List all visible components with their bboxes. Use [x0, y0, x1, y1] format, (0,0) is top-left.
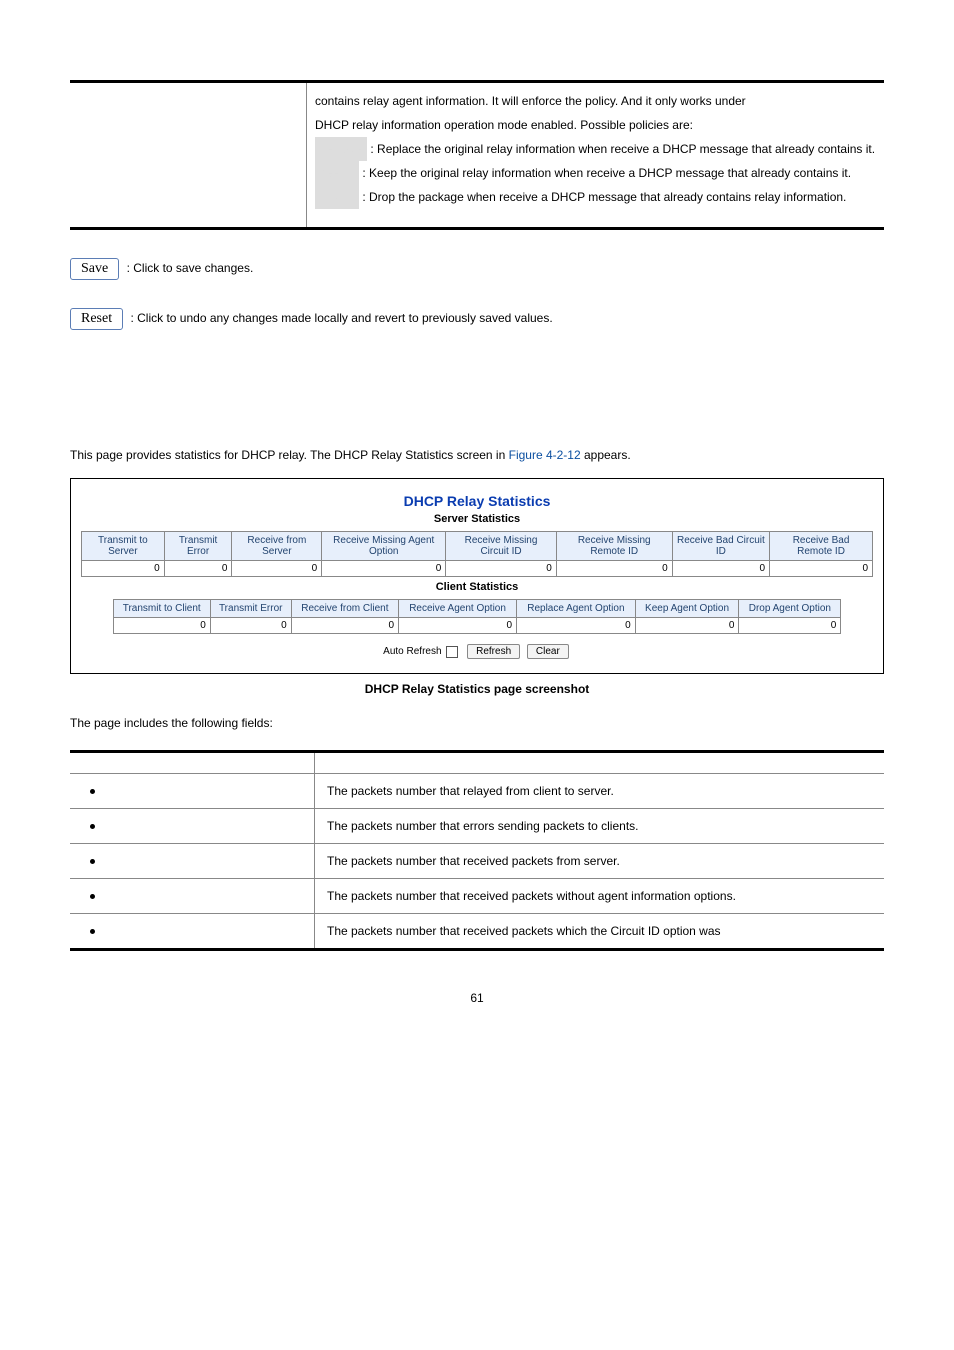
client-data-row: 0 0 0 0 0 0 0	[113, 618, 841, 634]
save-button[interactable]: Save	[70, 258, 119, 280]
row3-desc: The packets number that received packets…	[315, 879, 885, 914]
refresh-button[interactable]: Refresh	[467, 644, 520, 659]
page: contains relay agent information. It wil…	[0, 0, 954, 1045]
table-row: The packets number that errors sending p…	[70, 809, 884, 844]
bullet-icon	[90, 929, 95, 934]
client-stats-table: Transmit to Client Transmit Error Receiv…	[113, 599, 842, 634]
client-v4: 0	[517, 618, 636, 634]
server-data-row: 0 0 0 0 0 0 0 0	[82, 561, 873, 577]
server-h4: Receive Missing Circuit ID	[446, 532, 556, 561]
table-row: The packets number that relayed from cli…	[70, 774, 884, 809]
client-v1: 0	[210, 618, 291, 634]
server-v6: 0	[672, 561, 769, 577]
reset-button[interactable]: Reset	[70, 308, 123, 330]
policy-line2: DHCP relay information operation mode en…	[315, 118, 693, 132]
server-v5: 0	[556, 561, 672, 577]
ss-title: DHCP Relay Statistics	[81, 493, 873, 509]
client-h4: Replace Agent Option	[517, 600, 636, 618]
save-desc: : Click to save changes.	[127, 261, 254, 275]
fields-header-left	[70, 752, 315, 774]
page-number: 61	[70, 991, 884, 1005]
row2-left	[70, 844, 315, 879]
policy-right-cell: contains relay agent information. It wil…	[307, 83, 885, 215]
server-h3: Receive Missing Agent Option	[322, 532, 446, 561]
dhcp-relay-stats-screenshot: DHCP Relay Statistics Server Statistics …	[70, 478, 884, 674]
figure-ref-link[interactable]: Figure 4-2-12	[509, 448, 581, 462]
client-h5: Keep Agent Option	[635, 600, 739, 618]
policy-line1: contains relay agent information. It wil…	[315, 94, 746, 108]
intro-text-a: This page provides statistics for DHCP r…	[70, 448, 509, 462]
row0-left	[70, 774, 315, 809]
server-h2: Receive from Server	[232, 532, 322, 561]
client-v6: 0	[739, 618, 841, 634]
server-h1: Transmit Error	[164, 532, 232, 561]
policy-opt3: : Drop the package when receive a DHCP m…	[362, 190, 846, 204]
client-v2: 0	[291, 618, 398, 634]
server-stats-table: Transmit to Server Transmit Error Receiv…	[81, 531, 873, 577]
reset-line: Reset : Click to undo any changes made l…	[70, 308, 884, 330]
table-row: The packets number that received packets…	[70, 914, 884, 950]
ss-server-subtitle: Server Statistics	[81, 513, 873, 525]
client-header-row: Transmit to Client Transmit Error Receiv…	[113, 600, 841, 618]
auto-refresh-label: Auto Refresh	[383, 646, 441, 657]
policy-opt1: : Replace the original relay information…	[370, 142, 875, 156]
server-h5: Receive Missing Remote ID	[556, 532, 672, 561]
figure-caption: DHCP Relay Statistics page screenshot	[70, 682, 884, 696]
fields-intro: The page includes the following fields:	[70, 716, 884, 730]
ss-client-subtitle: Client Statistics	[81, 581, 873, 593]
policy-opt-replace-pill: Replace	[315, 137, 367, 161]
client-h3: Receive Agent Option	[399, 600, 517, 618]
client-v3: 0	[399, 618, 517, 634]
server-v3: 0	[322, 561, 446, 577]
row4-left	[70, 914, 315, 950]
client-h6: Drop Agent Option	[739, 600, 841, 618]
client-h0: Transmit to Client	[113, 600, 210, 618]
bullet-icon	[90, 789, 95, 794]
policy-opt2: : Keep the original relay information wh…	[362, 166, 851, 180]
bullet-icon	[90, 824, 95, 829]
table-row: The packets number that received packets…	[70, 844, 884, 879]
reset-desc: : Click to undo any changes made locally…	[130, 311, 552, 325]
server-h6: Receive Bad Circuit ID	[672, 532, 769, 561]
row4-desc: The packets number that received packets…	[315, 914, 885, 950]
client-v0: 0	[113, 618, 210, 634]
client-h1: Transmit Error	[210, 600, 291, 618]
server-v7: 0	[770, 561, 873, 577]
fields-header-right	[315, 752, 885, 774]
server-v2: 0	[232, 561, 322, 577]
client-h2: Receive from Client	[291, 600, 398, 618]
table-row: The packets number that received packets…	[70, 879, 884, 914]
bullet-icon	[90, 894, 95, 899]
server-h7: Receive Bad Remote ID	[770, 532, 873, 561]
clear-button[interactable]: Clear	[527, 644, 569, 659]
row1-left	[70, 809, 315, 844]
row3-left	[70, 879, 315, 914]
auto-refresh-checkbox[interactable]	[446, 646, 458, 658]
policy-left-cell	[70, 83, 307, 215]
client-v5: 0	[635, 618, 739, 634]
policy-opt-keep-pill: Keep	[315, 161, 359, 185]
server-v1: 0	[164, 561, 232, 577]
fields-table: The packets number that relayed from cli…	[70, 750, 884, 951]
save-line: Save : Click to save changes.	[70, 258, 884, 280]
ss-controls: Auto Refresh Refresh Clear	[81, 644, 873, 659]
section-intro: This page provides statistics for DHCP r…	[70, 446, 884, 464]
server-h0: Transmit to Server	[82, 532, 165, 561]
policy-desc-table: contains relay agent information. It wil…	[70, 83, 884, 230]
bullet-icon	[90, 859, 95, 864]
figure-label: DHCP Relay Statistics page screenshot	[365, 682, 590, 696]
server-v4: 0	[446, 561, 556, 577]
server-header-row: Transmit to Server Transmit Error Receiv…	[82, 532, 873, 561]
policy-opt-drop-pill: Drop	[315, 185, 359, 209]
row2-desc: The packets number that received packets…	[315, 844, 885, 879]
row1-desc: The packets number that errors sending p…	[315, 809, 885, 844]
server-v0: 0	[82, 561, 165, 577]
intro-text-b: appears.	[581, 448, 631, 462]
row0-desc: The packets number that relayed from cli…	[315, 774, 885, 809]
